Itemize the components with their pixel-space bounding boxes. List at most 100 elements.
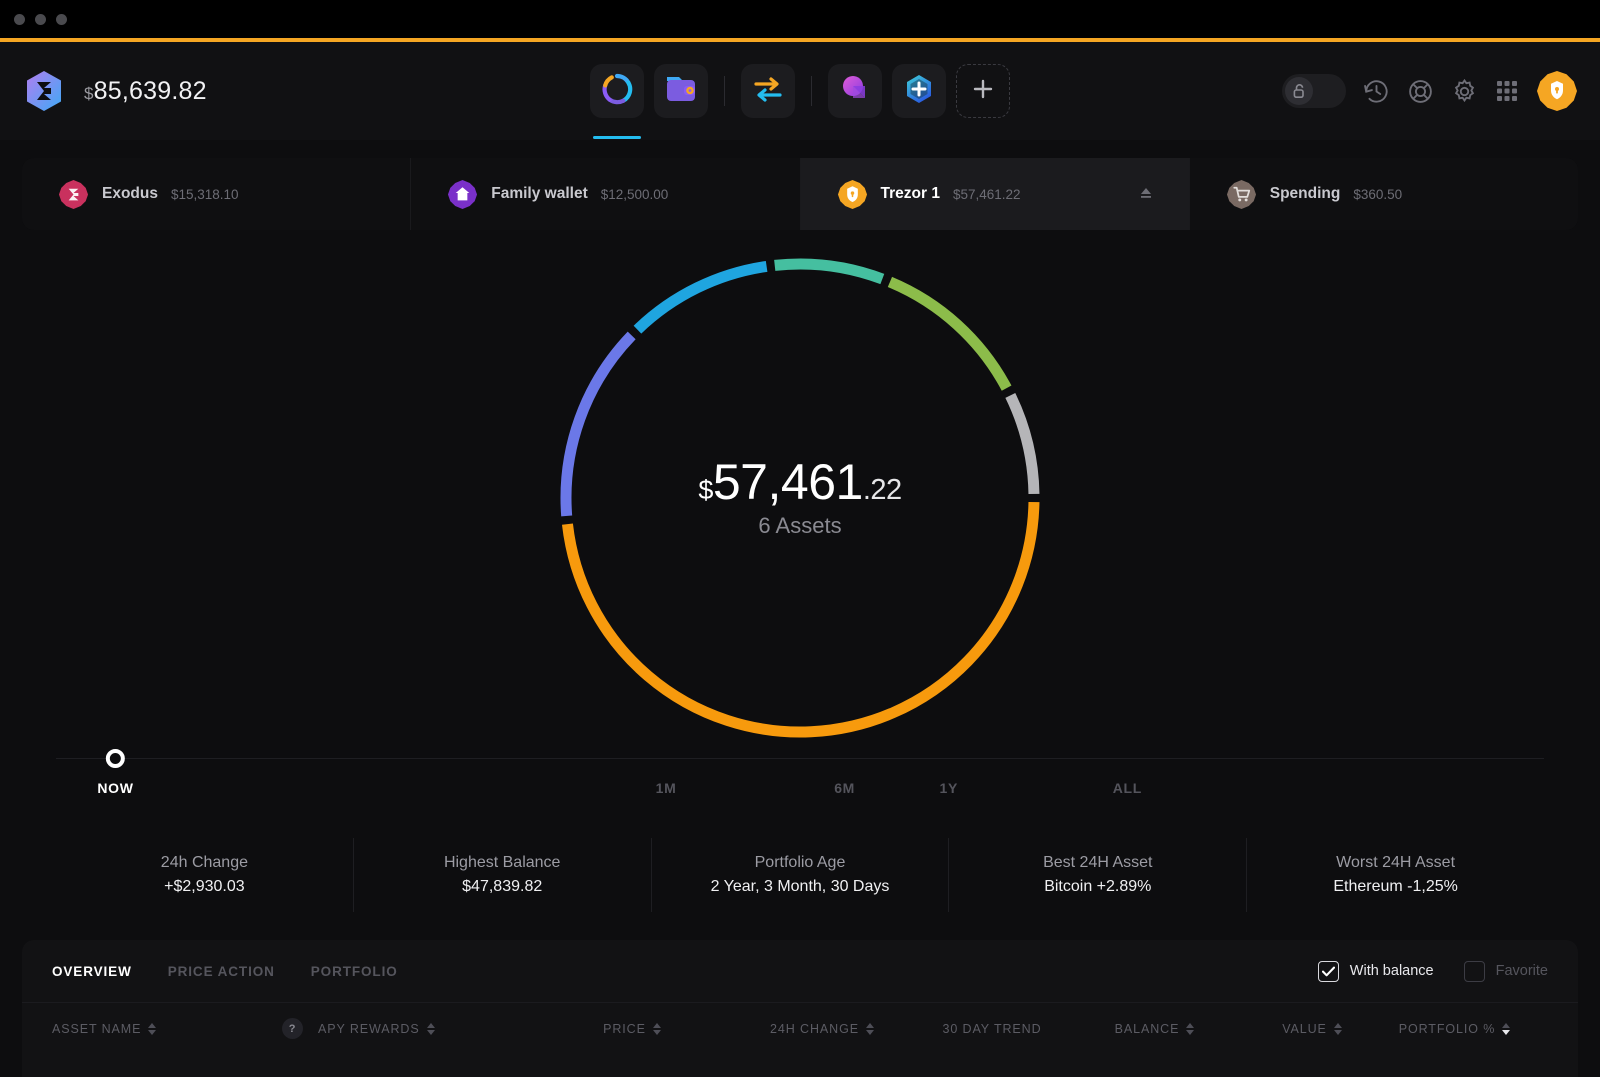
window-titlebar — [0, 0, 1600, 38]
wallet-amount: $15,318.10 — [170, 186, 239, 202]
timeline-label: 1M — [655, 780, 677, 796]
total-balance-currency: $ — [84, 83, 94, 103]
history-clock-icon[interactable] — [1363, 78, 1390, 105]
cart-badge-icon — [1226, 179, 1257, 210]
wallet-tab-trezor-1[interactable]: Trezor 1 $57,461.22 — [800, 158, 1190, 230]
timeline-option-1m[interactable]: 1M — [656, 759, 677, 796]
panel-tabs: OVERVIEW PRICE ACTION PORTFOLIO — [52, 964, 398, 979]
grid-apps-icon[interactable] — [1495, 79, 1519, 103]
column-header-portfolio-[interactable]: PORTFOLIO % — [1382, 1022, 1527, 1036]
column-label: BALANCE — [1114, 1021, 1180, 1036]
sort-arrows-icon[interactable] — [148, 1022, 157, 1035]
wallet-name: Exodus — [102, 185, 158, 202]
timeline-selector[interactable]: NOW 1M 6M 1Y ALL — [56, 749, 1544, 832]
portfolio-stats: 24h Change +$2,930.03 Highest Balance $47,8… — [56, 838, 1544, 912]
column-label: APY REWARDS — [318, 1021, 420, 1036]
timeline-marker — [106, 749, 126, 768]
filter-with-balance[interactable]: With balance — [1317, 960, 1434, 982]
timeline-option-6m[interactable]: 6M — [834, 759, 855, 796]
lifebuoy-icon[interactable] — [1407, 78, 1434, 105]
help-icon[interactable]: ? — [282, 1018, 303, 1039]
timeline-option-all[interactable]: ALL — [1113, 759, 1142, 796]
wallet-tab-exodus[interactable]: Exodus $15,318.10 — [22, 158, 412, 230]
timeline-option-1y[interactable]: 1Y — [939, 759, 958, 796]
column-label: 30 DAY TREND — [942, 1021, 1042, 1036]
sort-arrows-icon[interactable] — [1333, 1022, 1342, 1035]
timeline-label: 6M — [834, 780, 856, 796]
portfolio-value-whole: 57,461 — [712, 454, 863, 510]
wallet-name: Family wallet — [491, 185, 588, 202]
assets-count: 6 Assets — [758, 513, 842, 538]
wallet-tab-spending[interactable]: Spending $360.50 — [1189, 158, 1578, 230]
donut-center-labels: $57,461.22 6 Assets — [550, 248, 1050, 748]
column-header-30-day-trend: 30 DAY TREND — [917, 1022, 1067, 1036]
app-window: $85,639.82 Exodus $15,318.10 Family wall… — [0, 0, 1600, 1077]
nav-exchange[interactable] — [741, 64, 795, 118]
window-close-dot[interactable] — [14, 13, 25, 25]
wallet-amount: $12,500.00 — [600, 186, 669, 202]
tab-overview[interactable]: OVERVIEW — [52, 964, 132, 979]
wallet-icon — [665, 74, 697, 109]
gear-icon[interactable] — [1451, 78, 1478, 105]
wallet-name: Trezor 1 — [880, 185, 940, 202]
assets-panel: OVERVIEW PRICE ACTION PORTFOLIO With bal… — [22, 940, 1578, 1077]
filter-favorite[interactable]: Favorite — [1463, 960, 1548, 982]
nav-add-new[interactable] — [956, 64, 1010, 118]
column-label: PORTFOLIO % — [1398, 1021, 1496, 1036]
home-badge-icon — [447, 179, 478, 210]
nav-divider-2 — [811, 76, 812, 106]
sort-arrows-icon[interactable] — [1502, 1022, 1511, 1035]
filter-label: With balance — [1349, 963, 1434, 979]
sort-arrows-icon[interactable] — [865, 1022, 874, 1035]
stat-label: Worst 24H Asset — [1336, 854, 1456, 871]
wallet-amount: $360.50 — [1353, 186, 1403, 202]
sort-arrows-icon[interactable] — [426, 1022, 435, 1035]
wallet-tabs: Exodus $15,318.10 Family wallet $12,500.… — [22, 158, 1578, 230]
swap-arrows-icon — [752, 75, 784, 108]
checkbox-with-balance[interactable] — [1317, 960, 1339, 982]
column-header-24h-change[interactable]: 24H CHANGE — [727, 1022, 917, 1036]
column-header-balance[interactable]: BALANCE — [1067, 1022, 1242, 1036]
column-header-apy-rewards[interactable]: ? APY REWARDS — [282, 1018, 537, 1039]
wallet-selector: Exodus $15,318.10 Family wallet $12,500.… — [0, 140, 1600, 230]
column-header-value[interactable]: VALUE — [1242, 1022, 1382, 1036]
stat-value: Ethereum -1,25% — [1333, 878, 1458, 895]
column-label: VALUE — [1282, 1021, 1327, 1036]
window-maximize-dot[interactable] — [56, 13, 67, 25]
wallet-tab-family-wallet[interactable]: Family wallet $12,500.00 — [411, 158, 801, 230]
column-header-price[interactable]: PRICE — [537, 1022, 727, 1036]
stat-24h-change: 24h Change +$2,930.03 — [56, 838, 354, 912]
exodus-logo-icon — [22, 69, 66, 113]
lock-toggle[interactable] — [1282, 74, 1346, 108]
locked-padlock-icon[interactable] — [1536, 70, 1578, 112]
stat-highest-balance: Highest Balance $47,839.82 — [354, 838, 652, 912]
tab-portfolio[interactable]: PORTFOLIO — [311, 964, 398, 979]
window-controls[interactable] — [14, 13, 67, 25]
assets-table-header: ASSET NAME? APY REWARDS PRICE 24H CHANGE 30 … — [22, 1002, 1578, 1054]
nav-portfolio[interactable] — [590, 64, 644, 139]
stat-worst-24h-asset: Worst 24H Asset Ethereum -1,25% — [1247, 838, 1544, 912]
portfolio-donut-chart: $57,461.22 6 Assets — [0, 238, 1600, 758]
sort-arrows-icon[interactable] — [652, 1022, 661, 1035]
timeline-option-now[interactable]: NOW — [97, 749, 133, 796]
window-minimize-dot[interactable] — [35, 13, 46, 25]
panel-filters: With balance Favorite — [1317, 960, 1548, 982]
sort-arrows-icon[interactable] — [1186, 1022, 1195, 1035]
tab-price-action[interactable]: PRICE ACTION — [168, 964, 275, 979]
wallet-amount: $57,461.22 — [952, 186, 1021, 202]
stat-label: 24h Change — [160, 854, 248, 871]
eject-icon[interactable] — [1139, 186, 1153, 203]
column-label: 24H CHANGE — [770, 1021, 859, 1036]
nav-wallet[interactable] — [654, 64, 708, 118]
nav-add-asset[interactable] — [892, 64, 946, 118]
donut-chart-icon — [601, 73, 633, 110]
column-header-asset-name[interactable]: ASSET NAME — [52, 1022, 282, 1036]
total-balance: $85,639.82 — [84, 77, 207, 106]
stat-value: +$2,930.03 — [164, 878, 245, 895]
nav-apps[interactable] — [828, 64, 882, 118]
checkbox-favorite[interactable] — [1463, 960, 1485, 982]
portfolio-value-decimal: .22 — [862, 474, 902, 506]
stat-label: Portfolio Age — [754, 854, 846, 871]
column-label: ASSET NAME — [52, 1021, 142, 1036]
stat-value: 2 Year, 3 Month, 30 Days — [710, 878, 890, 895]
